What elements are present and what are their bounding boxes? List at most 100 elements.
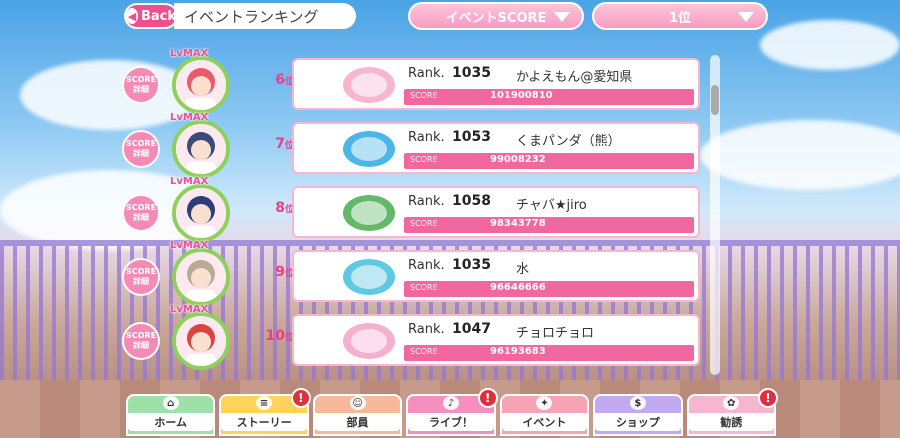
lvmax-badge: LvMAX [170,48,209,59]
alert-badge-icon: ! [477,388,498,408]
nav-story-button[interactable]: ≡ ストーリー ! [219,388,311,436]
nav-event-button[interactable]: ✦ イベント [499,394,590,436]
score-bar: SCORE 96646666 [404,281,694,297]
bottom-nav: ⌂ ホーム ≡ ストーリー ! ☺ 部員 ♪ ライブ！ ! ✦ イベント $ シ… [126,388,778,438]
score-detail-button[interactable]: SCORE詳細 [122,258,160,296]
position-number: 10 [265,328,285,344]
nav-scout-button[interactable]: ✿ 勧誘 ! [686,388,778,436]
shop-icon: $ [629,396,646,410]
nav-label: 部員 [314,413,401,431]
score-detail-label: SCORE詳細 [125,331,157,350]
rank-label: Rank. [408,322,445,337]
score-detail-button[interactable]: SCORE詳細 [122,194,160,232]
sort-dropdown-value: イベントSCORE [445,10,547,26]
score-bar: SCORE 96193683 [404,345,694,361]
rank-number: 1058 [452,193,491,209]
ranking-position: 6位 [234,72,294,88]
score-bar: SCORE 99008232 [404,153,694,169]
chevron-left-icon: ◀ [126,8,138,24]
chevron-down-icon [738,12,754,22]
avatar-image [176,60,226,110]
rank-label: Rank. [408,130,445,145]
avatar[interactable] [172,248,230,306]
rank-number: 1035 [452,65,491,81]
rank-label: Rank. [408,66,445,81]
nav-label: ショップ [595,413,681,431]
scrollbar-thumb[interactable] [711,85,719,115]
avatar-image [176,188,226,238]
avatar-image [176,252,226,302]
avatar[interactable] [172,312,230,370]
alert-badge-icon: ! [757,388,778,408]
ranking-row[interactable]: SCORE詳細 LvMAX 10位 Rank. 1047 チョロチョロ SCOR… [122,304,700,370]
player-card[interactable]: Rank. 1035 かよえもん@愛知県 SCORE 101900810 [292,58,700,110]
score-label: SCORE [410,219,438,228]
ranking-row[interactable]: SCORE詳細 LvMAX 6位 Rank. 1035 かよえもん@愛知県 SC… [122,48,700,114]
player-name: チャバ★jiro [516,198,587,213]
nav-home-button[interactable]: ⌂ ホーム [126,394,216,436]
score-value: 96193683 [490,346,546,357]
lvmax-badge: LvMAX [170,240,209,251]
score-detail-button[interactable]: SCORE詳細 [122,130,160,168]
avatar[interactable] [172,120,230,178]
position-number: 7 [275,136,285,152]
player-name: 水 [516,262,530,277]
player-card[interactable]: Rank. 1058 チャバ★jiro SCORE 98343778 [292,186,700,238]
rank-label: Rank. [408,194,445,209]
score-bar: SCORE 101900810 [404,89,694,105]
rank-number: 1035 [452,257,491,273]
alert-badge-icon: ! [290,388,311,408]
home-icon: ⌂ [162,396,179,410]
player-card[interactable]: Rank. 1053 くまパンダ（熊） SCORE 99008232 [292,122,700,174]
score-detail-label: SCORE詳細 [125,139,157,158]
page-title: イベントランキング [174,3,356,29]
nav-label: ストーリー [221,413,307,431]
avatar-image [176,316,226,366]
score-detail-label: SCORE詳細 [125,267,157,286]
ranking-position: 9位 [234,264,294,280]
sort-dropdown[interactable]: イベントSCORE [408,2,584,30]
score-label: SCORE [410,283,438,292]
nav-live-button[interactable]: ♪ ライブ！ ! [406,388,498,436]
avatar[interactable] [172,184,230,242]
ranking-row[interactable]: SCORE詳細 LvMAX 7位 Rank. 1053 くまパンダ（熊） SCO… [122,112,700,178]
avatar[interactable] [172,56,230,114]
emblem-icon [343,67,395,103]
lvmax-badge: LvMAX [170,304,209,315]
score-label: SCORE [410,347,438,356]
score-value: 99008232 [490,154,546,165]
emblem-icon [343,259,395,295]
lvmax-badge: LvMAX [170,112,209,123]
ranking-row[interactable]: SCORE詳細 LvMAX 9位 Rank. 1035 水 SCORE 9664… [122,240,700,306]
rank-dropdown[interactable]: 1位 [592,2,768,30]
score-value: 96646666 [490,282,546,293]
ranking-position: 8位 [234,200,294,216]
ranking-row[interactable]: SCORE詳細 LvMAX 8位 Rank. 1058 チャバ★jiro SCO… [122,176,700,242]
nav-label: ホーム [128,413,214,431]
score-detail-button[interactable]: SCORE詳細 [122,322,160,360]
position-number: 6 [275,72,285,88]
player-card[interactable]: Rank. 1047 チョロチョロ SCORE 96193683 [292,314,700,366]
nav-shop-button[interactable]: $ ショップ [593,394,683,436]
score-detail-label: SCORE詳細 [125,75,157,94]
event-icon: ✦ [536,396,553,410]
emblem-icon [343,323,395,359]
story-icon: ≡ [256,396,273,410]
rank-dropdown-value: 1位 [668,10,692,26]
rank-label: Rank. [408,258,445,273]
score-detail-button[interactable]: SCORE詳細 [122,66,160,104]
scrollbar[interactable] [710,55,720,375]
back-button[interactable]: ◀ Back [124,3,178,29]
player-name: くまパンダ（熊） [516,134,621,149]
score-label: SCORE [410,91,438,100]
nav-members-button[interactable]: ☺ 部員 [312,394,403,436]
back-label: Back [140,8,176,24]
lvmax-badge: LvMAX [170,176,209,187]
score-bar: SCORE 98343778 [404,217,694,233]
player-card[interactable]: Rank. 1035 水 SCORE 96646666 [292,250,700,302]
avatar-image [176,124,226,174]
members-icon: ☺ [349,396,366,410]
score-detail-label: SCORE詳細 [125,203,157,222]
scout-icon: ✿ [723,396,740,410]
ranking-position: 10位 [234,328,295,344]
